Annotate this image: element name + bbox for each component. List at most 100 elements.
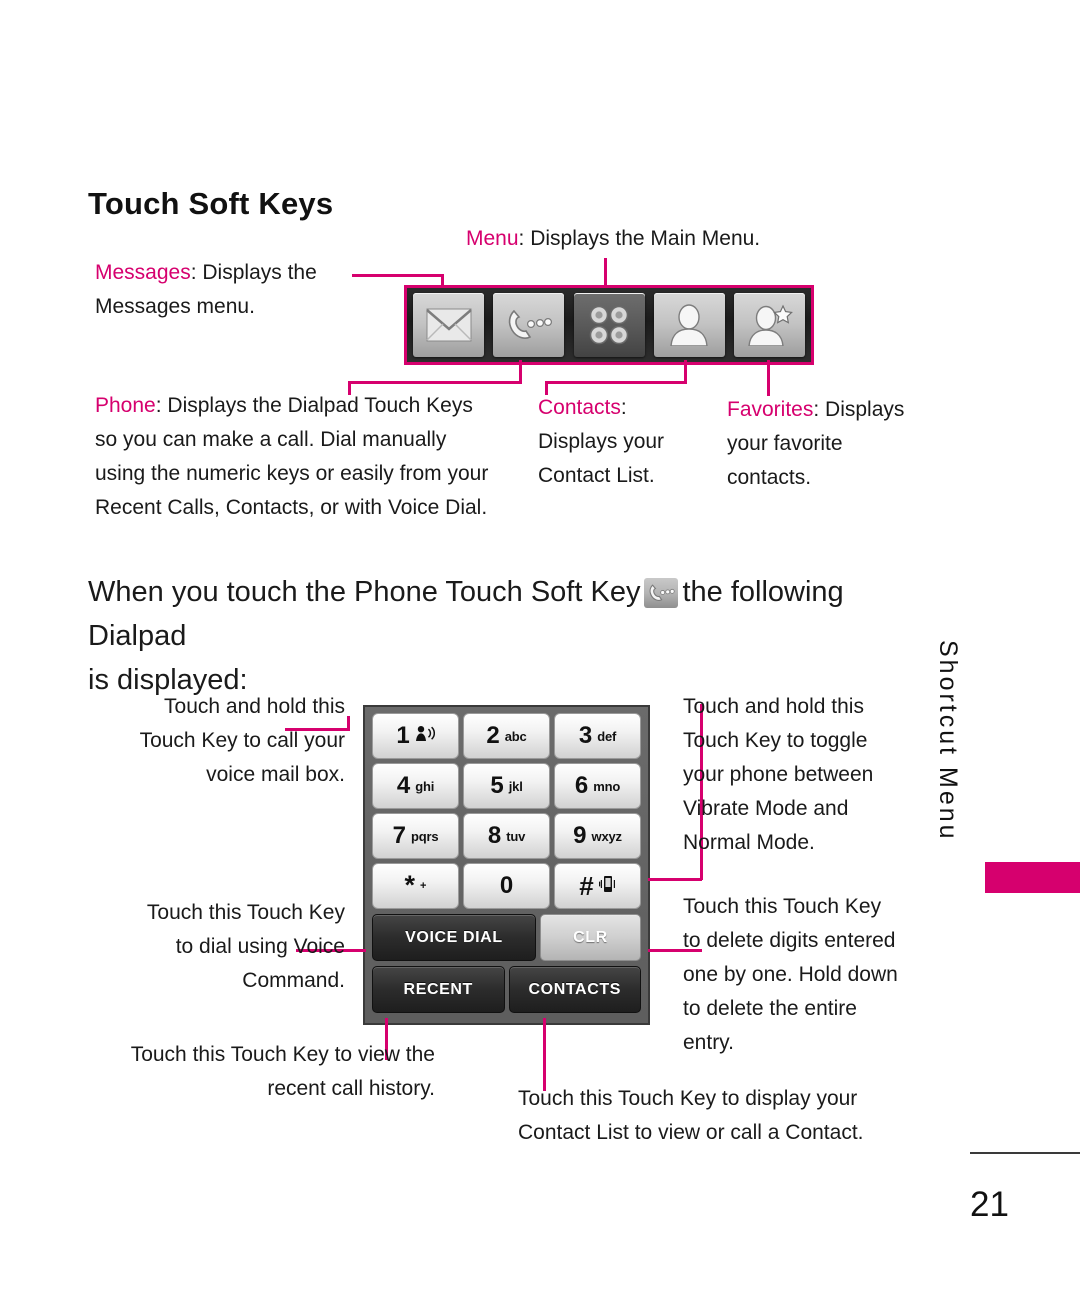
leader-line-contacts-h [545,381,687,384]
side-tab-marker [985,862,1080,893]
page-number: 21 [970,1185,1009,1224]
callout-contactsb-l1: Touch this Touch Key to display your [518,1087,858,1110]
four-dot-grid-icon [587,303,631,347]
callout-voicedial-l1: Touch this Touch Key [146,901,345,924]
vibrate-icon [598,875,616,898]
leader-line-voicemail-v [347,716,350,731]
callout-contactsb-l2: Contact List to view or call a Contact. [518,1121,864,1144]
menu-softkey[interactable] [573,293,645,357]
dialpad-key-9-letters: wxyz [591,828,622,844]
dialpad-key-5-number: 5 [490,772,504,799]
callout-contacts-bottom: Touch this Touch Key to display your Con… [518,1082,938,1150]
callout-voicemail-l3: voice mail box. [206,763,345,786]
callout-vibrate-l5: Normal Mode. [683,831,815,854]
dialpad-key-2-letters: abc [504,728,527,744]
callout-favorites-text: : Displays [813,398,905,421]
dialpad-key-9-number: 9 [573,822,587,849]
callout-vibrate-l4: Vibrate Mode and [683,797,849,820]
dialpad-key-1[interactable]: 1 [372,713,459,759]
contacts-button[interactable]: CONTACTS [508,966,641,1013]
dialpad: 1 2 abc 3 def 4 ghi 5 jkl 6 mno 7 pqrs 8… [363,705,650,1025]
callout-voicedial-l2: to dial using Voice [175,935,345,958]
dialpad-key-4-letters: ghi [415,778,435,794]
callout-favorites-line3: contacts. [727,466,812,489]
contacts-softkey[interactable] [653,293,725,357]
intro-paragraph: When you touch the Phone Touch Soft Key … [88,570,948,702]
callout-messages-label: Messages [95,261,191,284]
phone-softkey[interactable] [493,293,565,357]
callout-vibrate-l1: Touch and hold this [683,695,864,718]
callout-clr-l3: one by one. Hold down [683,963,898,986]
manual-page: Touch Soft Keys Menu: Displays the Main … [0,0,1080,1295]
dialpad-key-8-number: 8 [487,822,502,849]
leader-line-contacts-bottom-v [543,1018,546,1091]
footer-rule [970,1152,1080,1154]
dialpad-key-6-number: 6 [574,772,589,799]
dialpad-key-3-number: 3 [578,722,593,749]
leader-line-menu [604,258,607,288]
dialpad-key-7-number: 7 [392,822,406,849]
dialpad-key-2[interactable]: 2 abc [463,713,550,759]
envelope-icon [425,308,472,342]
dialpad-key-7-letters: pqrs [410,828,439,844]
callout-phone-label: Phone [95,394,156,417]
callout-messages-text: : Displays the [190,261,317,284]
favorites-softkey[interactable] [734,293,805,357]
dialpad-key-grid: 1 2 abc 3 def 4 ghi 5 jkl 6 mno 7 pqrs 8… [372,713,641,909]
person-star-icon [747,304,793,346]
dialpad-key-4[interactable]: 4 ghi [372,763,459,809]
callout-favorites-label: Favorites [727,398,814,421]
callout-recent: Touch this Touch Key to view the recent … [90,1038,435,1106]
dialpad-key-7[interactable]: 7 pqrs [372,813,459,859]
callout-messages-line2: Messages menu. [95,295,255,318]
callout-recent-l2: recent call history. [267,1077,435,1100]
page-title: Touch Soft Keys [88,186,334,221]
dialpad-key-0[interactable]: 0 [463,863,550,909]
callout-recent-l1: Touch this Touch Key to view the [130,1043,435,1066]
callout-contacts-line2: Displays your [538,430,665,453]
callout-clr-l4: to delete the entire [683,997,857,1020]
callout-favorites: Favorites: Displays your favorite contac… [727,393,927,495]
dialpad-key-3-letters: def [597,728,617,744]
callout-clr-l2: to delete digits entered [683,929,896,952]
callout-voice-dial: Touch this Touch Key to dial using Voice… [85,896,345,998]
callout-clr: Touch this Touch Key to delete digits en… [683,890,948,1060]
clr-button[interactable]: CLR [539,914,641,961]
dialpad-key-6-letters: mno [593,778,621,794]
dialpad-key-1-number: 1 [396,722,410,749]
callout-vibrate: Touch and hold this Touch Key to toggle … [683,690,943,860]
callout-menu-text: : Displays the Main Menu. [518,227,761,250]
voicemail-icon [415,725,435,747]
dialpad-key-9[interactable]: 9 wxyz [554,813,641,859]
callout-voicedial-l3: Command. [242,969,345,992]
phone-handset-icon-inline [644,578,679,608]
dialpad-key-star-plus: + [420,880,427,892]
callout-clr-l1: Touch this Touch Key [683,895,882,918]
callout-contacts-label: Contacts [538,396,621,419]
messages-softkey[interactable] [413,293,484,357]
dialpad-key-4-number: 4 [396,772,411,799]
dialpad-key-5-letters: jkl [508,778,523,794]
dialpad-key-5[interactable]: 5 jkl [463,763,550,809]
leader-line-favorites-v [767,360,770,396]
leader-line-messages-h [352,274,444,277]
dialpad-key-8[interactable]: 8 tuv [463,813,550,859]
leader-line-vibrate-h [648,878,702,881]
callout-menu: Menu: Displays the Main Menu. [466,222,760,256]
dialpad-key-3[interactable]: 3 def [554,713,641,759]
callout-voicemail-l1: Touch and hold this [164,695,345,718]
callout-voicemail-l2: Touch Key to call your [139,729,345,752]
voice-dial-button[interactable]: VOICE DIAL [372,914,536,961]
dialpad-key-hash-symbol: # [579,871,594,901]
leader-line-phone-h [348,381,522,384]
callout-clr-l5: entry. [683,1031,734,1054]
callout-menu-label: Menu [466,227,519,250]
dialpad-key-star[interactable]: * + [372,863,459,909]
dialpad-key-star-symbol: * [404,870,416,901]
dialpad-key-hash[interactable]: # [554,863,641,909]
dialpad-action-row-1: VOICE DIAL CLR [372,914,641,961]
recent-button[interactable]: RECENT [372,966,505,1013]
dialpad-key-8-letters: tuv [506,828,526,844]
callout-vibrate-l3: your phone between [683,763,874,786]
dialpad-key-6[interactable]: 6 mno [554,763,641,809]
